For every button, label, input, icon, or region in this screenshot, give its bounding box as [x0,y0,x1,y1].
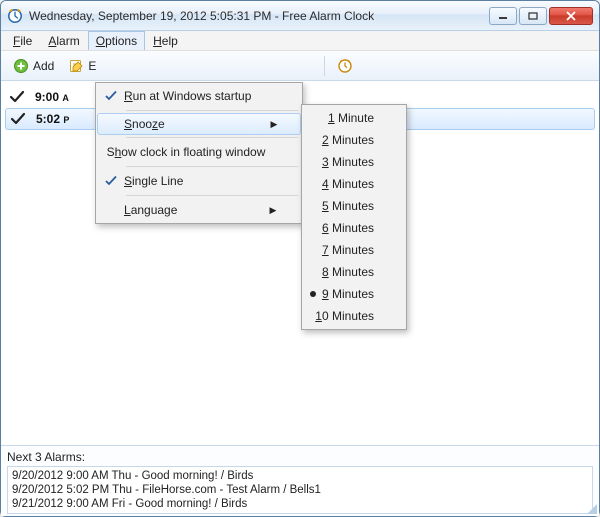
menu-file[interactable]: File [5,31,40,50]
snooze-label: 9 Minutes [322,287,384,301]
option-label: Snooze [124,117,267,131]
option-single-line[interactable]: Single Line [98,170,300,192]
status-box: 9/20/2012 9:00 AM Thu - Good morning! / … [7,466,593,514]
edit-icon [68,58,84,74]
snooze-label: 2 Minutes [322,133,384,147]
snooze-option[interactable]: 1 Minute [304,107,404,129]
add-label: Add [33,59,54,73]
resize-grip[interactable] [585,502,597,514]
bullet-icon [304,290,322,298]
status-line: 9/20/2012 5:02 PM Thu - FileHorse.com - … [12,483,588,497]
menu-separator [126,110,298,111]
snooze-submenu: 1 Minute 2 Minutes 3 Minutes 4 Minutes 5… [301,104,407,330]
menu-separator [126,195,298,196]
alarm-time: 5:02 P [36,112,88,126]
option-label: Language [124,203,266,217]
snooze-label: 5 Minutes [322,199,384,213]
snooze-option[interactable]: 3 Minutes [304,151,404,173]
edit-button[interactable]: E [62,55,102,77]
menu-alarm[interactable]: Alarm [40,31,87,50]
option-label: Single Line [124,174,266,188]
snooze-label: 3 Minutes [322,155,384,169]
snooze-option[interactable]: 5 Minutes [304,195,404,217]
snooze-option[interactable]: 8 Minutes [304,261,404,283]
option-label: Show clock in floating window [107,145,276,159]
menubar: File Alarm Options Help [1,31,599,51]
titlebar[interactable]: Wednesday, September 19, 2012 5:05:31 PM… [1,1,599,31]
snooze-option[interactable]: 7 Minutes [304,239,404,261]
submenu-arrow-icon: ▶ [266,205,280,216]
option-language[interactable]: Language ▶ [98,199,300,221]
menu-options[interactable]: Options [88,31,145,50]
status-header: Next 3 Alarms: [7,448,593,466]
menu-separator [126,137,298,138]
toolbar: Add E [1,51,599,81]
minimize-button[interactable] [489,7,517,25]
submenu-arrow-icon: ▶ [267,119,281,130]
add-icon [13,58,29,74]
clock-toolbar-button[interactable] [331,55,359,77]
options-dropdown: Run at Windows startup Snooze ▶ Show clo… [95,82,303,224]
snooze-option[interactable]: 2 Minutes [304,129,404,151]
option-label: Run at Windows startup [124,89,266,103]
edit-label-partial: E [88,59,96,73]
check-icon[interactable] [10,111,26,127]
close-button[interactable] [549,7,593,25]
snooze-label: 10 Minutes [315,309,384,323]
snooze-label: 1 Minute [328,111,384,125]
content-area: 9:00 A 5:02 P Run at Windows startup Sno… [1,81,599,445]
checkmark-icon [98,90,124,102]
window-buttons [489,7,593,25]
snooze-option[interactable]: 6 Minutes [304,217,404,239]
check-icon[interactable] [9,89,25,105]
alarm-time: 9:00 A [35,90,87,104]
app-window: Wednesday, September 19, 2012 5:05:31 PM… [0,0,600,517]
status-line: 9/20/2012 9:00 AM Thu - Good morning! / … [12,469,588,483]
app-icon [7,8,23,24]
snooze-option[interactable]: 10 Minutes [304,305,404,327]
menu-help[interactable]: Help [145,31,186,50]
option-floating[interactable]: Show clock in floating window [98,141,300,163]
menu-separator [126,166,298,167]
toolbar-separator [324,56,325,76]
status-area: Next 3 Alarms: 9/20/2012 9:00 AM Thu - G… [1,445,599,516]
snooze-option[interactable]: 4 Minutes [304,173,404,195]
window-title: Wednesday, September 19, 2012 5:05:31 PM… [29,9,489,23]
checkmark-icon [98,175,124,187]
option-run-startup[interactable]: Run at Windows startup [98,85,300,107]
maximize-button[interactable] [519,7,547,25]
status-line: 9/21/2012 9:00 AM Fri - Good morning! / … [12,497,588,511]
option-snooze[interactable]: Snooze ▶ [97,113,301,135]
snooze-option[interactable]: 9 Minutes [304,283,404,305]
snooze-label: 7 Minutes [322,243,384,257]
snooze-label: 8 Minutes [322,265,384,279]
clock-icon [337,58,353,74]
snooze-label: 4 Minutes [322,177,384,191]
snooze-label: 6 Minutes [322,221,384,235]
add-button[interactable]: Add [7,55,60,77]
